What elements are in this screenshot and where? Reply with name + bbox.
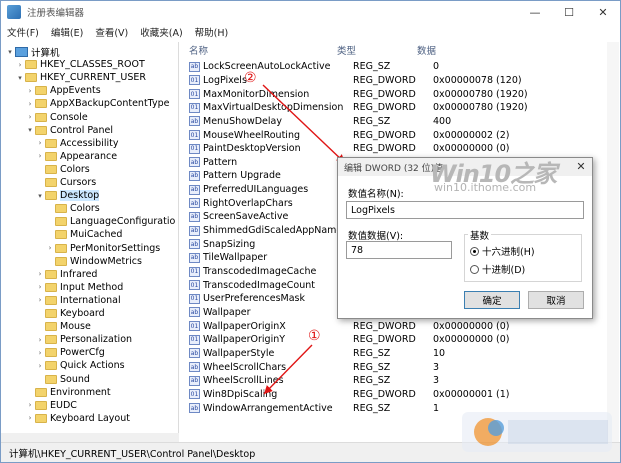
win10-watermark: Win10之家 win10.ithome.com xyxy=(430,154,574,196)
hex-radio-option[interactable]: 十六进制(H) xyxy=(470,244,535,258)
dec-radio-option[interactable]: 十进制(D) xyxy=(470,262,525,276)
annotation-two: ② xyxy=(244,70,257,86)
cancel-button[interactable]: 取消 xyxy=(528,291,584,309)
ok-button[interactable]: 确定 xyxy=(464,291,520,309)
watermark-site: win10.ithome.com xyxy=(434,181,537,194)
hex-radio-label: 十六进制(H) xyxy=(482,247,535,258)
arrow-to-win8dpiscaling xyxy=(263,344,313,395)
hex-radio[interactable] xyxy=(470,246,479,256)
base-label: 基数 xyxy=(468,228,492,242)
dialog-close-icon[interactable]: ✕ xyxy=(574,160,588,174)
value-data-field[interactable]: 78 xyxy=(346,241,452,259)
arrow-to-dialog xyxy=(262,84,346,164)
dec-radio[interactable] xyxy=(470,264,479,274)
value-name-label: 数值名称(N): xyxy=(348,189,404,200)
value-name-field[interactable]: LogPixels xyxy=(346,201,584,219)
value-data-label: 数值数据(V): xyxy=(348,231,404,242)
dec-radio-label: 十进制(D) xyxy=(482,265,526,276)
annotation-one: ① xyxy=(308,328,321,344)
site-logo-watermark xyxy=(462,412,612,452)
